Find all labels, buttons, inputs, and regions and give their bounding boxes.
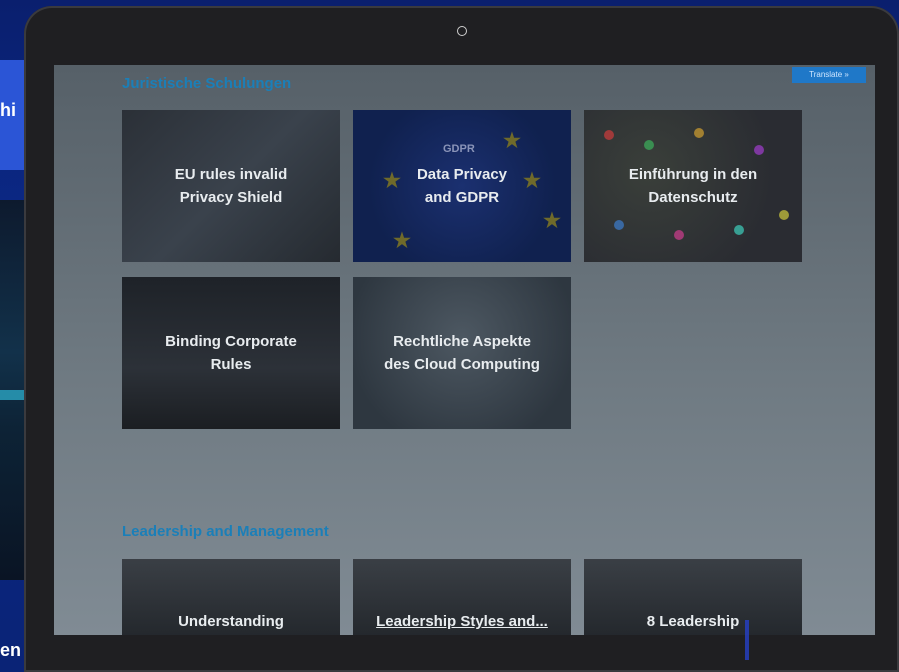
star-icon: ★ <box>393 230 411 252</box>
network-node-icon <box>779 210 789 220</box>
section-title-juristische: Juristische Schulungen <box>122 75 292 92</box>
network-node-icon <box>614 220 624 230</box>
network-node-icon <box>604 130 614 140</box>
course-card[interactable]: 8 Leadership <box>584 559 802 635</box>
background-text-fragment-top: hi <box>0 100 16 120</box>
background-text-fragment-bottom: en <box>0 640 22 660</box>
star-icon: ★ <box>523 170 541 192</box>
course-card-label: Binding Corporate Rules <box>165 333 297 373</box>
star-icon: ★ <box>503 130 521 152</box>
course-card[interactable]: ★ ★ ★ ★ ★ GDPR Data Privacy and GDPR <box>353 110 571 262</box>
network-node-icon <box>694 128 704 138</box>
course-card-label: Data Privacy and GDPR <box>416 166 508 206</box>
course-card[interactable]: Rechtliche Aspekte des Cloud Computing <box>353 277 571 429</box>
gdpr-badge: GDPR <box>443 143 475 155</box>
scroll-indicator <box>745 620 749 660</box>
network-node-icon <box>674 230 684 240</box>
course-card[interactable]: Leadership Styles and... <box>353 559 571 635</box>
course-card[interactable]: Understanding <box>122 559 340 635</box>
course-card[interactable]: Einführung in den Datenschutz <box>584 110 802 262</box>
tablet-screen: Translate » Juristische Schulungen EU ru… <box>54 65 875 635</box>
course-card-label: 8 Leadership <box>646 613 740 630</box>
course-card-label: Understanding <box>178 613 284 630</box>
section-title-leadership: Leadership and Management <box>122 523 329 540</box>
tablet-frame: Translate » Juristische Schulungen EU ru… <box>24 6 899 672</box>
network-node-icon <box>754 145 764 155</box>
course-card-label: EU rules invalid Privacy Shield <box>174 166 288 206</box>
star-icon: ★ <box>543 210 561 232</box>
course-card-label: Rechtliche Aspekte des Cloud Computing <box>384 333 540 373</box>
star-icon: ★ <box>383 170 401 192</box>
course-card[interactable]: Binding Corporate Rules <box>122 277 340 429</box>
course-card-label: Leadership Styles and... <box>376 613 548 630</box>
network-node-icon <box>734 225 744 235</box>
course-card[interactable]: EU rules invalid Privacy Shield <box>122 110 340 262</box>
network-node-icon <box>644 140 654 150</box>
translate-button[interactable]: Translate » <box>792 67 866 83</box>
camera-icon <box>457 26 467 36</box>
course-card-label: Einführung in den Datenschutz <box>628 166 758 206</box>
